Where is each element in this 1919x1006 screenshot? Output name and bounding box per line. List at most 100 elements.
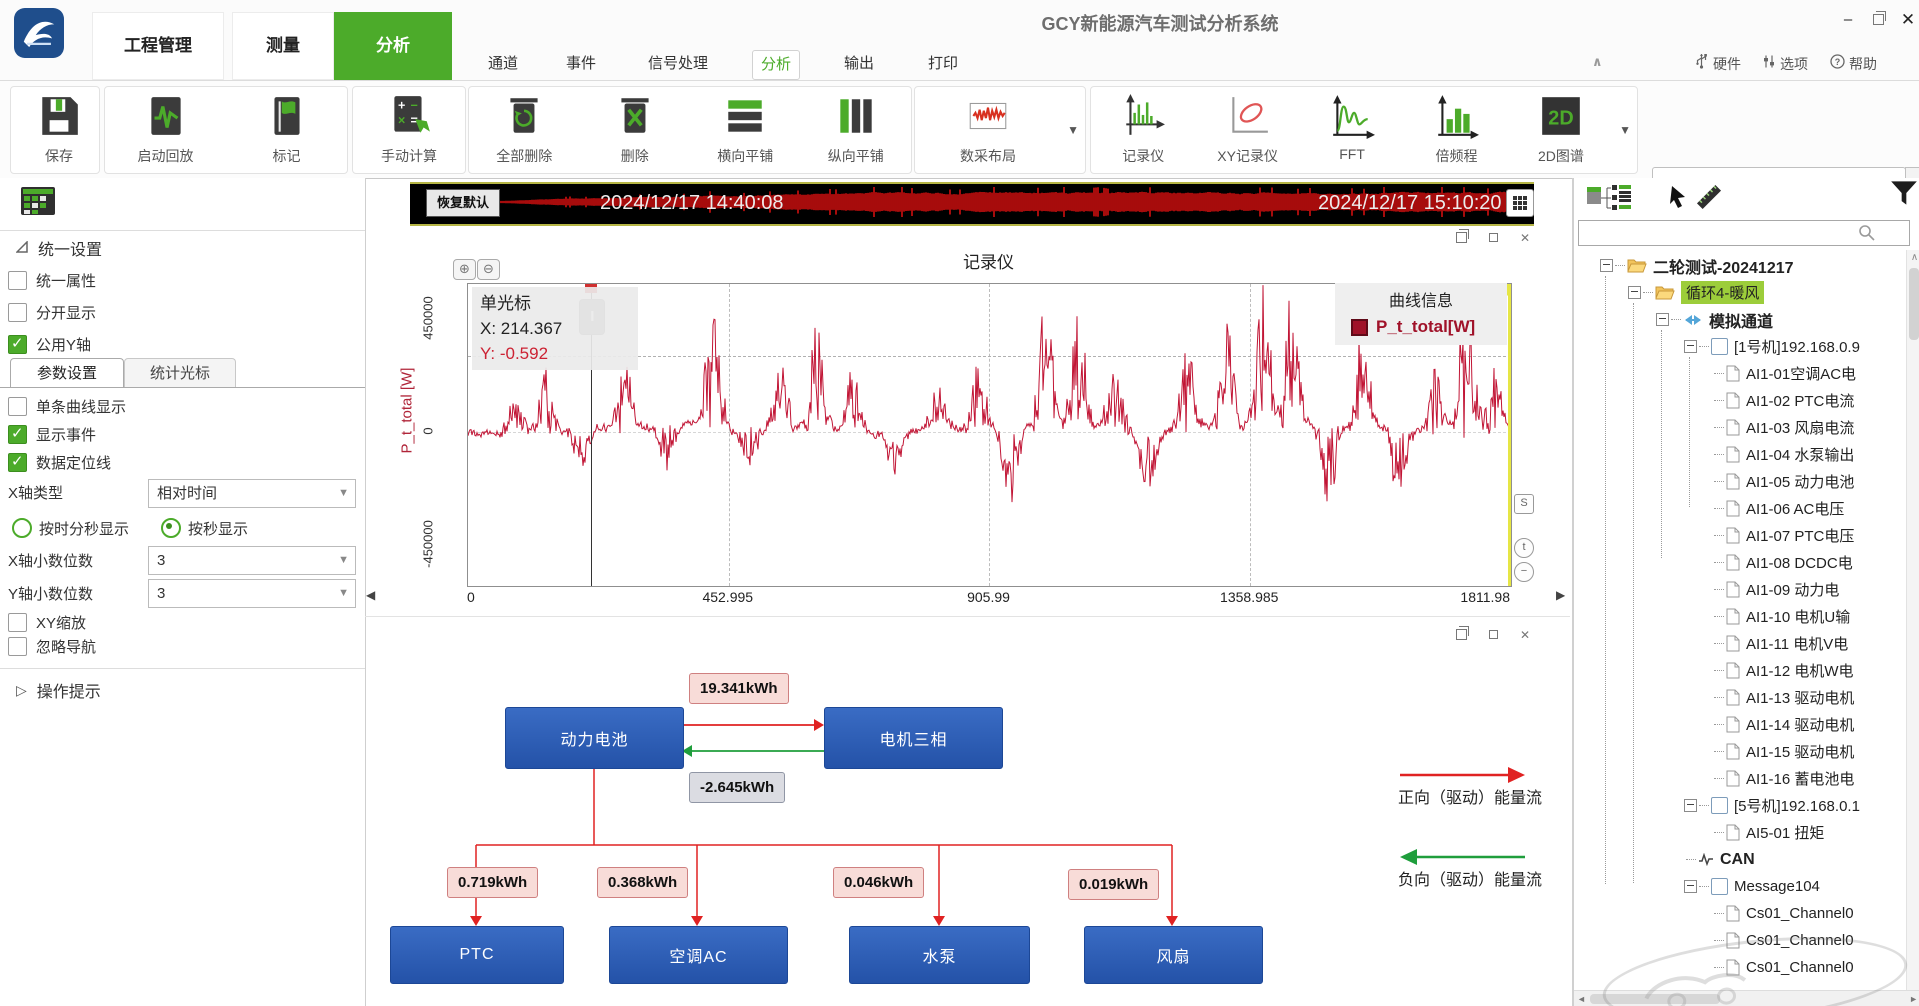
checkbox-ignore-navigation[interactable]: 忽略导航	[0, 634, 365, 658]
tab-parameter-settings[interactable]: 参数设置	[10, 358, 124, 388]
checkbox-data-locate-line[interactable]: 数据定位线	[0, 448, 365, 476]
ribbon-tab-4[interactable]: 输出	[836, 50, 882, 78]
tree-item-7[interactable]: AI1-04 水泵输出	[1712, 441, 1854, 468]
close-button[interactable]: ✕	[1896, 8, 1919, 32]
node-ptc[interactable]: PTC	[390, 926, 564, 984]
tree-item-18[interactable]: AI1-15 驱动电机	[1712, 738, 1854, 765]
toolbar-button-xy-recorder[interactable]: XY记录仪	[1195, 87, 1299, 173]
toolbar-button-tile-v[interactable]: 纵向平铺	[801, 87, 912, 173]
scale-tool-icon[interactable]: S	[1514, 494, 1534, 514]
grid-settings-icon[interactable]	[20, 186, 56, 220]
tree-item-20[interactable]: [5号机]192.168.0.1	[1684, 792, 1860, 819]
checkbox-shared-y-axis[interactable]: 公用Y轴	[0, 330, 365, 358]
scroll-up-arrow[interactable]: ∧	[1907, 250, 1919, 266]
tree-expander-icon[interactable]	[1684, 880, 1697, 893]
toolbar-button-daq-layout[interactable]: 数采布局	[915, 87, 1061, 173]
tree-expander-icon[interactable]	[1628, 286, 1641, 299]
node-ac[interactable]: 空调AC	[609, 926, 788, 984]
x-decimals-select[interactable]: 3 ▼	[148, 546, 356, 575]
scroll-right-arrow[interactable]: ▶	[1556, 588, 1565, 602]
tree-item-26[interactable]: Cs01_Channel0	[1712, 954, 1854, 981]
overview-navigator[interactable]: 恢复默认 2024/12/17 14:40:08 2024/12/17 15:1…	[410, 182, 1534, 226]
zoom-out-button[interactable]: ⊖	[477, 259, 500, 280]
collapse-tool-icon[interactable]: −	[1514, 562, 1534, 582]
node-pump[interactable]: 水泵	[849, 926, 1030, 984]
node-motor[interactable]: 电机三相	[824, 707, 1003, 769]
radio-hms-display[interactable]	[12, 518, 32, 538]
tree-item-5[interactable]: AI1-02 PTC电流	[1712, 387, 1854, 414]
tree-item-14[interactable]: AI1-11 电机V电	[1712, 630, 1848, 657]
checkbox-single-curve[interactable]: 单条曲线显示	[0, 392, 365, 420]
chart-minimize-button[interactable]	[1484, 230, 1502, 246]
tree-checkbox[interactable]	[1711, 878, 1728, 895]
restore-default-button[interactable]: 恢复默认	[426, 189, 500, 217]
operation-tips-expander[interactable]: ▷ 操作提示	[0, 676, 365, 704]
tree-item-6[interactable]: AI1-03 风扇电流	[1712, 414, 1854, 441]
tree-item-2[interactable]: 模拟通道	[1656, 306, 1773, 333]
main-tab-2[interactable]: 分析	[334, 12, 452, 80]
chevron-down-icon[interactable]: ▼	[1061, 123, 1085, 137]
right-cursor-line[interactable]	[1508, 284, 1511, 586]
tree-checkbox[interactable]	[1711, 338, 1728, 355]
radio-seconds-display[interactable]	[161, 518, 181, 538]
tab-statistics-cursor[interactable]: 统计光标	[124, 358, 236, 388]
tree-expander-icon[interactable]	[1600, 259, 1613, 272]
tree-item-19[interactable]: AI1-16 蓄电池电	[1712, 765, 1854, 792]
ribbon-tab-2[interactable]: 信号处理	[640, 50, 716, 78]
tree-item-16[interactable]: AI1-13 驱动电机	[1712, 684, 1854, 711]
nav-grid-button[interactable]	[1506, 189, 1534, 217]
tree-expander-icon[interactable]	[1656, 313, 1669, 326]
tree-item-4[interactable]: AI1-01空调AC电	[1712, 360, 1856, 387]
tree-item-23[interactable]: Message104	[1684, 873, 1820, 900]
minimize-button[interactable]: –	[1836, 8, 1860, 32]
toolbar-button-flag[interactable]: 标记	[226, 87, 347, 173]
toolbar-button-octave[interactable]: 倍频程	[1404, 87, 1508, 173]
ribbon-tab-0[interactable]: 通道	[480, 50, 526, 78]
toolbar-button-delete-all[interactable]: 全部删除	[469, 87, 580, 173]
tree-item-22[interactable]: CAN	[1684, 846, 1755, 873]
tree-item-0[interactable]: 二轮测试-20241217	[1600, 252, 1794, 279]
checkbox-unified-attributes[interactable]: 统一属性	[0, 266, 365, 294]
checkbox-xy-zoom[interactable]: XY缩放	[0, 610, 365, 634]
scrollbar-thumb[interactable]	[1909, 268, 1919, 340]
toolbar-button-map2d[interactable]: 2D2D图谱	[1509, 87, 1613, 173]
tree-item-10[interactable]: AI1-07 PTC电压	[1712, 522, 1854, 549]
ribbon-collapse-button[interactable]: ∧	[1592, 54, 1603, 70]
tree-item-1[interactable]: 循环4-暖风	[1628, 279, 1764, 306]
toolbar-button-fft[interactable]: FFT	[1300, 87, 1404, 173]
menu-item-0[interactable]: 硬件	[1694, 52, 1741, 76]
cursor-arrow-icon[interactable]	[1668, 184, 1688, 217]
scroll-right-arrow[interactable]: ►	[1909, 994, 1918, 1004]
restore-button[interactable]	[1866, 8, 1890, 32]
main-tab-0[interactable]: 工程管理	[92, 12, 224, 80]
tree-item-25[interactable]: Cs01_Channel0	[1712, 927, 1854, 954]
toolbar-button-tile-h[interactable]: 横向平铺	[690, 87, 801, 173]
node-fan[interactable]: 风扇	[1084, 926, 1263, 984]
tree-item-9[interactable]: AI1-06 AC电压	[1712, 495, 1844, 522]
menu-item-1[interactable]: 选项	[1762, 52, 1808, 76]
tree-item-24[interactable]: Cs01_Channel0	[1712, 900, 1854, 927]
ruler-icon[interactable]	[1694, 182, 1724, 217]
section-unified-settings[interactable]: 统一设置	[0, 232, 365, 264]
tree-vertical-scrollbar[interactable]: ∧	[1906, 250, 1919, 990]
chevron-down-icon[interactable]: ▼	[1613, 123, 1637, 137]
tree-horizontal-scrollbar[interactable]: ◄ ►	[1574, 990, 1919, 1006]
node-battery[interactable]: 动力电池	[505, 707, 684, 769]
tree-item-3[interactable]: [1号机]192.168.0.9	[1684, 333, 1860, 360]
scroll-left-arrow[interactable]: ◀	[366, 588, 375, 602]
main-tab-1[interactable]: 测量	[232, 12, 334, 80]
tree-item-17[interactable]: AI1-14 驱动电机	[1712, 711, 1854, 738]
x-axis-type-select[interactable]: 相对时间 ▼	[148, 479, 356, 508]
toolbar-button-save[interactable]: 保存	[11, 87, 107, 173]
ribbon-tab-1[interactable]: 事件	[558, 50, 604, 78]
menu-item-2[interactable]: ?帮助	[1830, 52, 1877, 76]
tree-item-8[interactable]: AI1-05 动力电池	[1712, 468, 1854, 495]
scrollbar-thumb[interactable]	[1590, 994, 1720, 1004]
ribbon-tab-3[interactable]: 分析	[752, 50, 800, 80]
filter-icon[interactable]	[1890, 180, 1918, 211]
toolbar-button-manual-calc[interactable]: +−×=手动计算	[353, 87, 465, 173]
checkbox-show-events[interactable]: 显示事件	[0, 420, 365, 448]
tree-item-21[interactable]: AI5-01 扭矩	[1712, 819, 1824, 846]
tree-item-11[interactable]: AI1-08 DCDC电	[1712, 549, 1853, 576]
tree-item-15[interactable]: AI1-12 电机W电	[1712, 657, 1854, 684]
